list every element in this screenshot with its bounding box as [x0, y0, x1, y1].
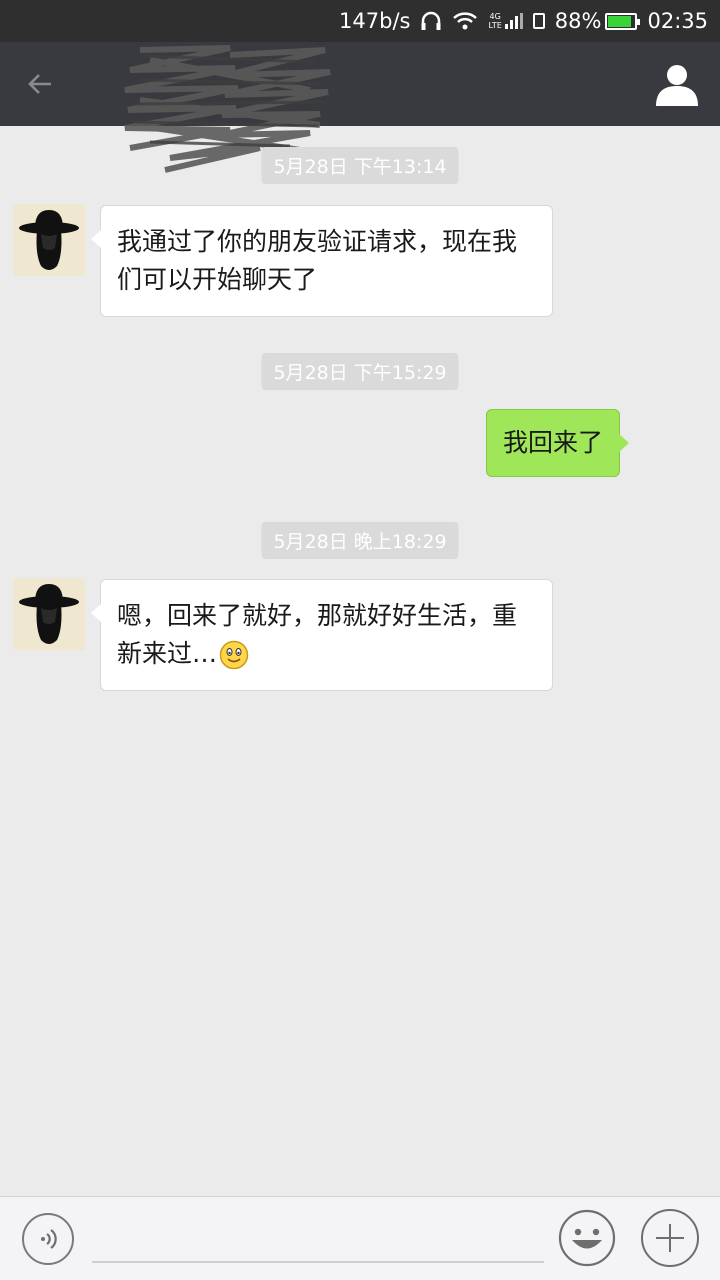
input-bar [0, 1196, 720, 1280]
emoji-icon [558, 1209, 616, 1267]
person-icon [656, 65, 698, 106]
voice-icon [41, 1229, 57, 1249]
signal-icon [504, 13, 523, 29]
battery-percent: 88% [554, 9, 602, 33]
net-type-4g: 4G [489, 12, 501, 21]
more-actions-button[interactable] [641, 1209, 699, 1267]
battery-fill [608, 15, 632, 27]
contact-avatar[interactable] [13, 204, 85, 276]
outgoing-message[interactable]: 我回来了 [485, 409, 630, 477]
battery-icon [605, 12, 641, 30]
timestamp: 5月28日 晚上18:29 [261, 522, 459, 559]
incoming-message-text: 嗯，回来了就好，那就好好生活，重新来过… [117, 601, 518, 668]
contact-avatar[interactable] [13, 578, 85, 650]
message-list[interactable]: 5月28日 下午13:14 我通过了你的朋友验证请求，现在我们可以开始聊天了 5… [0, 126, 720, 1196]
message-input[interactable] [92, 1211, 544, 1263]
voice-input-button[interactable] [22, 1213, 74, 1265]
headphones-icon [420, 11, 442, 31]
status-bar: 147b/s 4G LTE 88% 02:35 [0, 0, 720, 42]
incoming-message[interactable]: 我通过了你的朋友验证请求，现在我们可以开始聊天了 [91, 205, 553, 317]
emoji-button[interactable] [558, 1209, 616, 1267]
network-type: 4G LTE [488, 12, 523, 30]
timestamp: 5月28日 下午15:29 [261, 353, 459, 390]
back-arrow-icon [28, 74, 51, 94]
timestamp: 5月28日 下午13:14 [261, 147, 459, 184]
sim-icon [532, 13, 545, 29]
chat-header [0, 42, 720, 173]
clock: 02:35 [647, 9, 708, 33]
back-button[interactable] [20, 64, 60, 104]
smile-emoji-icon [219, 640, 249, 670]
net-speed: 147b/s [339, 9, 411, 33]
net-type-lte: LTE [488, 21, 502, 30]
incoming-message[interactable]: 嗯，回来了就好，那就好好生活，重新来过… [91, 579, 553, 691]
contact-info-button[interactable] [652, 62, 702, 108]
wifi-icon [452, 11, 478, 31]
